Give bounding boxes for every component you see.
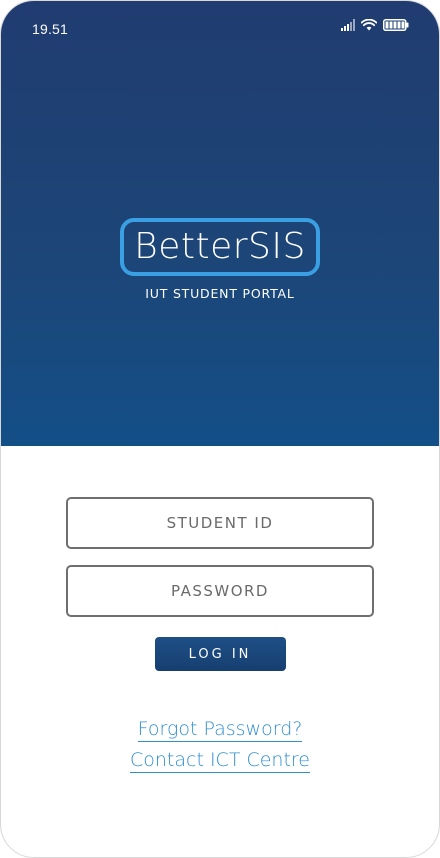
- status-time: 19.51: [32, 21, 69, 37]
- app-logo: BetterSIS IUT STUDENT PORTAL: [1, 218, 439, 301]
- forgot-password-link[interactable]: Forgot Password?: [137, 718, 303, 742]
- phone-screen: 19.51 BetterSIS IUT STUDENT PORTAL STUDE…: [0, 0, 440, 858]
- student-id-field-frame: [66, 497, 374, 549]
- header-banner: 19.51 BetterSIS IUT STUDENT PORTAL: [1, 1, 439, 446]
- password-field-frame: [66, 565, 374, 617]
- wifi-icon: [361, 19, 377, 31]
- app-title: BetterSIS: [134, 226, 306, 267]
- help-links: Forgot Password? Contact ICT Centre: [1, 718, 439, 773]
- status-bar: 19.51: [1, 1, 439, 57]
- battery-icon: [383, 19, 409, 31]
- status-icons: [341, 19, 409, 31]
- password-input[interactable]: [68, 566, 372, 616]
- login-button[interactable]: LOG IN: [154, 637, 286, 671]
- contact-ict-link[interactable]: Contact ICT Centre: [129, 749, 310, 773]
- app-subtitle: IUT STUDENT PORTAL: [145, 286, 295, 301]
- logo-frame: BetterSIS: [120, 218, 320, 276]
- student-id-input[interactable]: [68, 498, 372, 548]
- signal-icon: [341, 19, 355, 31]
- login-form: LOG IN: [1, 497, 439, 671]
